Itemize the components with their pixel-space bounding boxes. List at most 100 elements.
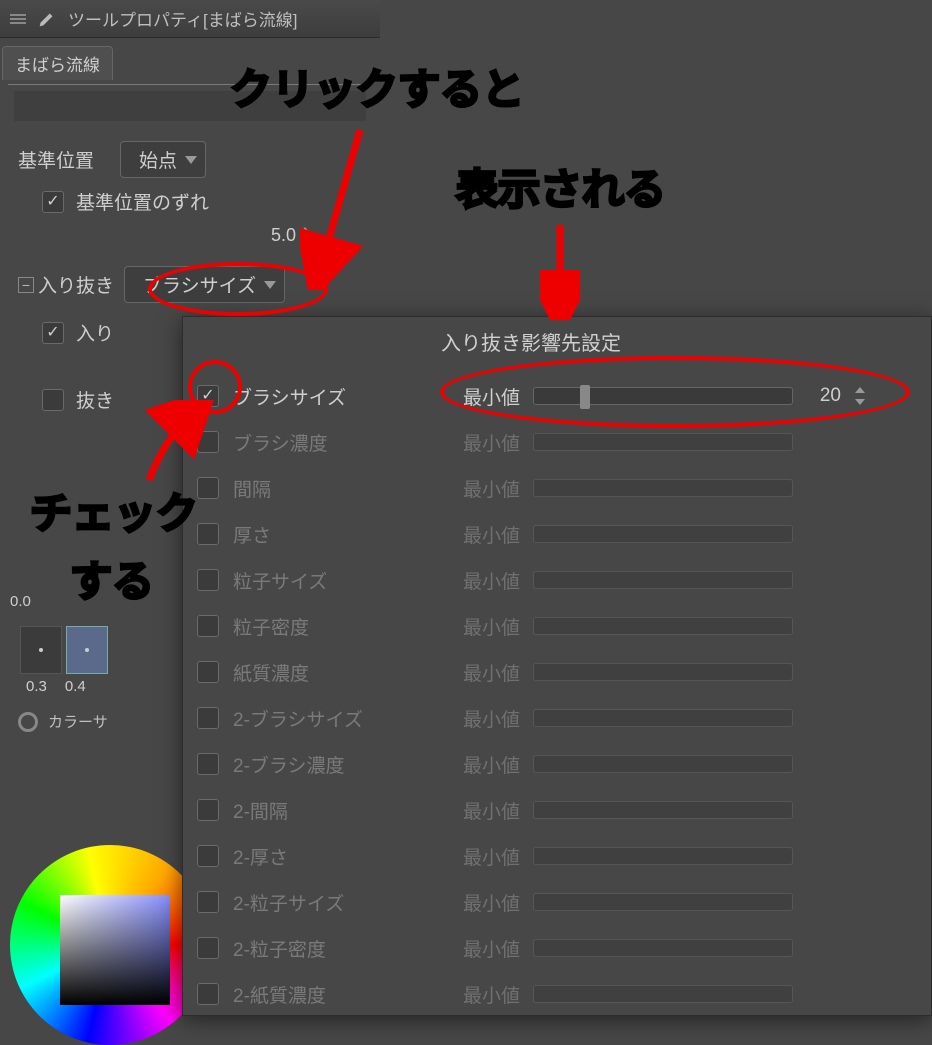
stroke-group-label: 入り抜き [38,271,114,298]
check-item-1: ブラシ濃度 [197,419,447,465]
min-slider-13 [533,985,793,1003]
check-item-12: 2-粒子密度 [197,925,447,971]
check-item-0-checkbox[interactable] [197,385,219,407]
base-offset-checkbox[interactable] [42,191,64,213]
check-item-11: 2-粒子サイズ [197,879,447,925]
tab-sparse-stream[interactable]: まばら流線 [2,46,113,80]
slider-handle[interactable] [580,385,590,409]
min-label: 最小値 [463,659,521,686]
min-slider-9 [533,801,793,819]
min-slider-4 [533,571,793,589]
swatch-1[interactable] [20,626,62,674]
check-item-8-checkbox[interactable] [197,753,219,775]
chevron-down-icon [185,156,197,164]
check-item-5-checkbox[interactable] [197,615,219,637]
min-slider-0[interactable] [533,387,793,405]
base-position-label: 基準位置 [18,146,108,173]
check-item-4: 粒子サイズ [197,557,447,603]
iri-checkbox[interactable] [42,322,64,344]
bottom-value-1: 0.0 [10,593,31,610]
color-wheel-icon [18,712,38,732]
min-label: 最小値 [463,797,521,824]
color-wheel[interactable] [10,845,210,1045]
min-label: 最小値 [463,613,521,640]
base-position-select[interactable]: 始点 [120,141,206,178]
min-row-5: 最小値 [463,603,923,649]
popup-minvalues: 最小値20最小値最小値最小値最小値最小値最小値最小値最小値最小値最小値最小値最小… [463,373,923,1017]
preview-strip [14,91,366,121]
check-item-3-label: 厚さ [233,521,271,548]
check-item-10: 2-厚さ [197,833,447,879]
panel-title: ツールプロパティ[まばら流線] [68,6,297,31]
check-item-3: 厚さ [197,511,447,557]
min-row-13: 最小値 [463,971,923,1017]
min-slider-5 [533,617,793,635]
panel-header: ツールプロパティ[まばら流線] [0,0,380,38]
divider [8,84,372,85]
min-row-6: 最小値 [463,649,923,695]
base-offset-value-row: 5.0 [18,225,370,246]
swatch-2[interactable] [66,626,108,674]
check-item-11-label: 2-粒子サイズ [233,889,344,916]
nuki-checkbox[interactable] [42,389,64,411]
base-offset-value[interactable]: 5.0 [271,225,296,246]
min-slider-1 [533,433,793,451]
check-item-0: ブラシサイズ [197,373,447,419]
min-row-12: 最小値 [463,925,923,971]
popup-checklist: ブラシサイズブラシ濃度間隔厚さ粒子サイズ粒子密度紙質濃度2-ブラシサイズ2-ブラ… [197,373,447,1017]
nuki-label: 抜き [76,386,114,413]
min-slider-10 [533,847,793,865]
min-label: 最小値 [463,475,521,502]
check-item-2-label: 間隔 [233,475,271,502]
check-item-0-label: ブラシサイズ [233,383,346,410]
base-position-value: 始点 [139,146,177,173]
min-row-11: 最小値 [463,879,923,925]
stepper-icon[interactable] [855,387,865,405]
min-slider-7 [533,709,793,727]
check-item-3-checkbox[interactable] [197,523,219,545]
check-item-11-checkbox[interactable] [197,891,219,913]
min-row-2: 最小値 [463,465,923,511]
min-row-7: 最小値 [463,695,923,741]
base-offset-label: 基準位置のずれ [76,188,209,215]
min-row-3: 最小値 [463,511,923,557]
stepper-icon[interactable] [300,227,310,245]
color-box[interactable] [60,895,170,1005]
annotation-shows: 表示される [456,156,666,217]
check-item-13-checkbox[interactable] [197,983,219,1005]
tab-row: まばら流線 [0,38,380,80]
chevron-down-icon [264,281,276,289]
stroke-dropdown[interactable]: ブラシサイズ [124,266,285,303]
collapse-icon[interactable]: − [18,277,34,293]
min-label: 最小値 [463,935,521,962]
check-item-6-checkbox[interactable] [197,661,219,683]
check-item-9-label: 2-間隔 [233,797,288,824]
popup-title: 入り抜き影響先設定 [441,327,621,356]
check-item-9-checkbox[interactable] [197,799,219,821]
min-label: 最小値 [463,567,521,594]
check-item-7-checkbox[interactable] [197,707,219,729]
check-item-13: 2-紙質濃度 [197,971,447,1017]
check-item-1-label: ブラシ濃度 [233,429,328,456]
panel-menu-icon[interactable] [10,12,26,26]
check-item-4-checkbox[interactable] [197,569,219,591]
min-label: 最小値 [463,889,521,916]
min-row-4: 最小値 [463,557,923,603]
min-label: 最小値 [463,751,521,778]
stroke-target-popup: 入り抜き影響先設定 ブラシサイズブラシ濃度間隔厚さ粒子サイズ粒子密度紙質濃度2-… [182,316,932,1016]
check-item-12-checkbox[interactable] [197,937,219,959]
base-position-row: 基準位置 始点 [18,141,370,178]
min-label: 最小値 [463,705,521,732]
stroke-group-header: − 入り抜き ブラシサイズ [18,266,370,303]
min-label: 最小値 [463,521,521,548]
check-item-2-checkbox[interactable] [197,477,219,499]
stroke-dropdown-value: ブラシサイズ [143,271,256,298]
check-item-4-label: 粒子サイズ [233,567,327,594]
base-offset-row: 基準位置のずれ [18,188,370,215]
min-value-0[interactable]: 20 [813,385,841,407]
color-panel-title: カラーサ [48,711,108,732]
check-item-1-checkbox[interactable] [197,431,219,453]
min-row-1: 最小値 [463,419,923,465]
check-item-10-checkbox[interactable] [197,845,219,867]
check-item-2: 間隔 [197,465,447,511]
